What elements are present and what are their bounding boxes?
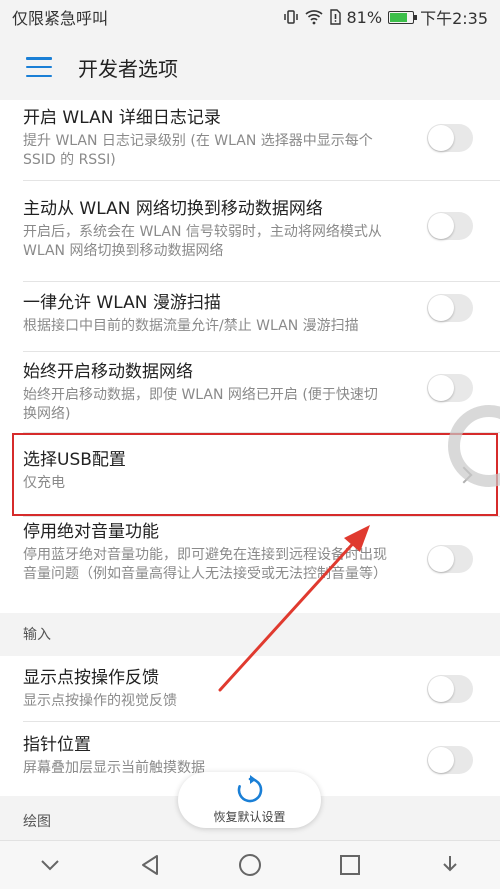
aggressive-wlan-handover-toggle[interactable]: [427, 212, 473, 240]
setting-summary: 仅充电: [23, 475, 65, 491]
setting-summary: 始终开启移动数据，即使 WLAN 网络已开启 (便于快速切换网络): [23, 387, 378, 422]
setting-summary: 根据接口中目前的数据流量允许/禁止 WLAN 漫游扫描: [23, 318, 359, 334]
menu-icon[interactable]: [26, 57, 52, 77]
disable-absolute-volume-toggle[interactable]: [427, 545, 473, 573]
setting-title: 始终开启移动数据网络: [23, 362, 193, 382]
carrier-text: 仅限紧急呼叫: [12, 9, 109, 28]
restore-defaults-label: 恢复默认设置: [213, 810, 286, 824]
always-on-mobile-data-toggle[interactable]: [427, 374, 473, 402]
app-bar: 开发者选项: [0, 34, 500, 100]
wifi-icon: [304, 10, 323, 25]
setting-title: 开启 WLAN 详细日志记录: [23, 108, 221, 128]
back-triangle-icon: [142, 855, 158, 875]
setting-title: 停用绝对音量功能: [23, 522, 159, 542]
home-circle-icon: [239, 854, 261, 876]
battery-icon: [388, 10, 418, 24]
setting-summary: 停用蓝牙绝对音量功能，即可避免在连接到远程设备时出现音量问题（例如音量高得让人无…: [23, 547, 387, 582]
setting-title: 一律允许 WLAN 漫游扫描: [23, 293, 221, 313]
setting-summary: 开启后，系统会在 WLAN 信号较弱时，主动将网络模式从 WLAN 网络切换到移…: [23, 224, 382, 259]
download-arrow-icon: [443, 856, 457, 872]
battery-percent: 81%: [346, 7, 383, 27]
nav-back-button[interactable]: [125, 845, 175, 885]
setting-always-on-mobile-data[interactable]: 始终开启移动数据网络 始终开启移动数据，即使 WLAN 网络已开启 (便于快速切…: [0, 352, 500, 433]
status-bar: 仅限紧急呼叫 81% 下午2:35: [0, 0, 500, 34]
sim-alert-icon: [329, 9, 341, 25]
chevron-down-icon: [41, 860, 59, 871]
setting-title: 显示点按操作反馈: [23, 668, 159, 688]
status-icons: 81% 下午2:35: [283, 5, 488, 29]
setting-usb-configuration[interactable]: 选择USB配置 仅充电: [0, 433, 500, 517]
pointer-location-toggle[interactable]: [427, 746, 473, 774]
setting-wlan-roam-scan[interactable]: 一律允许 WLAN 漫游扫描 根据接口中目前的数据流量允许/禁止 WLAN 漫游…: [0, 282, 500, 352]
vibrate-icon: [283, 10, 298, 24]
nav-home-button[interactable]: [225, 845, 275, 885]
setting-disable-absolute-volume[interactable]: 停用绝对音量功能 停用蓝牙绝对音量功能，即可避免在连接到远程设备时出现音量问题（…: [0, 517, 500, 613]
wlan-roam-scan-toggle[interactable]: [427, 294, 473, 322]
setting-title: 选择USB配置: [23, 450, 126, 470]
refresh-icon: [237, 775, 262, 803]
wlan-verbose-logging-toggle[interactable]: [427, 124, 473, 152]
page-title: 开发者选项: [78, 56, 178, 81]
setting-title: 主动从 WLAN 网络切换到移动数据网络: [23, 199, 323, 219]
restore-defaults-button[interactable]: 恢复默认设置: [178, 772, 321, 828]
clock: 下午2:35: [420, 9, 488, 28]
nav-recents-button[interactable]: [325, 845, 375, 885]
recents-square-icon: [340, 855, 360, 875]
nav-collapse-button[interactable]: [25, 845, 75, 885]
section-header-input: 输入: [0, 613, 500, 656]
setting-aggressive-wlan-handover[interactable]: 主动从 WLAN 网络切换到移动数据网络 开启后，系统会在 WLAN 信号较弱时…: [0, 181, 500, 282]
navigation-bar: [0, 840, 500, 889]
settings-list[interactable]: 开启 WLAN 详细日志记录 提升 WLAN 日志记录级别 (在 WLAN 选择…: [0, 100, 500, 840]
nav-download-button[interactable]: [425, 845, 475, 885]
show-taps-toggle[interactable]: [427, 675, 473, 703]
setting-title: 指针位置: [23, 735, 91, 755]
setting-summary: 显示点按操作的视觉反馈: [23, 693, 177, 709]
setting-wlan-verbose-logging[interactable]: 开启 WLAN 详细日志记录 提升 WLAN 日志记录级别 (在 WLAN 选择…: [0, 100, 500, 181]
setting-show-taps[interactable]: 显示点按操作反馈 显示点按操作的视觉反馈: [0, 656, 500, 722]
setting-summary: 提升 WLAN 日志记录级别 (在 WLAN 选择器中显示每个 SSID 的 R…: [23, 133, 373, 168]
